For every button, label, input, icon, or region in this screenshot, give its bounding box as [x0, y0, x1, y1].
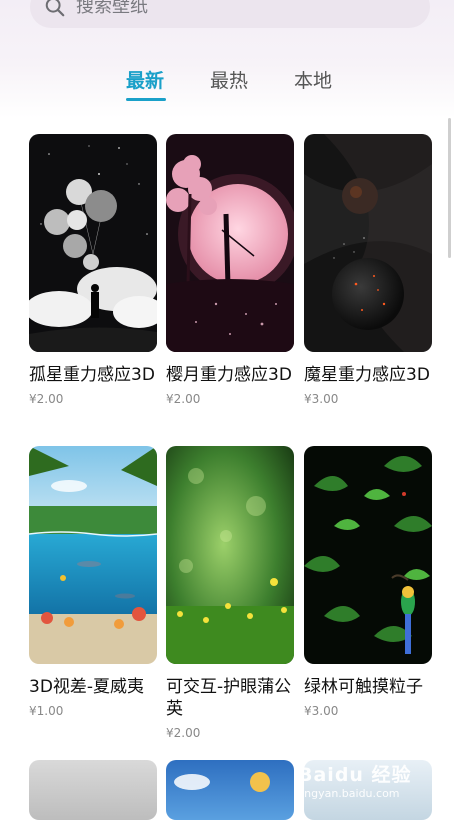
wallpaper-thumbnail	[29, 446, 157, 664]
wallpaper-price: ¥2.00	[166, 726, 201, 740]
wallpaper-price: ¥2.00	[166, 392, 201, 406]
wallpaper-price: ¥3.00	[304, 704, 339, 718]
wallpaper-card[interactable]: 孤星重力感应3D ¥2.00	[29, 134, 157, 406]
tab-latest[interactable]: 最新	[126, 66, 164, 93]
wallpaper-thumbnail	[304, 446, 432, 664]
scrollbar[interactable]	[448, 118, 451, 258]
watermark-logo: Baidu 经验 jingyan.baidu.com	[298, 764, 412, 800]
tab-hot[interactable]: 最热	[210, 66, 248, 93]
tab-local[interactable]: 本地	[294, 66, 332, 93]
wallpaper-thumbnail	[304, 134, 432, 352]
wallpaper-price: ¥2.00	[29, 392, 64, 406]
wallpaper-price: ¥1.00	[29, 704, 64, 718]
wallpaper-thumbnail	[29, 134, 157, 352]
search-input[interactable]: 搜索壁纸	[76, 0, 148, 16]
tab-bar: 最新 最热 本地	[0, 66, 454, 106]
wallpaper-card[interactable]: 可交互-护眼蒲公英 ¥2.00	[166, 446, 294, 740]
search-bar[interactable]: 搜索壁纸	[30, 0, 430, 28]
wallpaper-card[interactable]: 樱月重力感应3D ¥2.00	[166, 134, 294, 406]
wallpaper-title: 孤星重力感应3D	[29, 365, 155, 385]
wallpaper-title: 绿林可触摸粒子	[304, 677, 423, 697]
wallpaper-card[interactable]: 绿林可触摸粒子 ¥3.00	[304, 446, 432, 718]
wallpaper-thumbnail-partial[interactable]	[166, 760, 294, 820]
wallpaper-title: 樱月重力感应3D	[166, 365, 292, 385]
search-icon	[45, 0, 65, 17]
wallpaper-title: 3D视差-夏威夷	[29, 677, 145, 697]
wallpaper-thumbnail-partial[interactable]	[29, 760, 157, 820]
wallpaper-thumbnail	[166, 446, 294, 664]
wallpaper-price: ¥3.00	[304, 392, 339, 406]
wallpaper-title: 可交互-护眼蒲公英	[166, 677, 292, 719]
active-tab-indicator	[126, 98, 166, 101]
wallpaper-thumbnail	[166, 134, 294, 352]
wallpaper-title: 魔星重力感应3D	[304, 365, 430, 385]
wallpaper-card[interactable]: 魔星重力感应3D ¥3.00	[304, 134, 432, 406]
wallpaper-card[interactable]: 3D视差-夏威夷 ¥1.00	[29, 446, 157, 718]
